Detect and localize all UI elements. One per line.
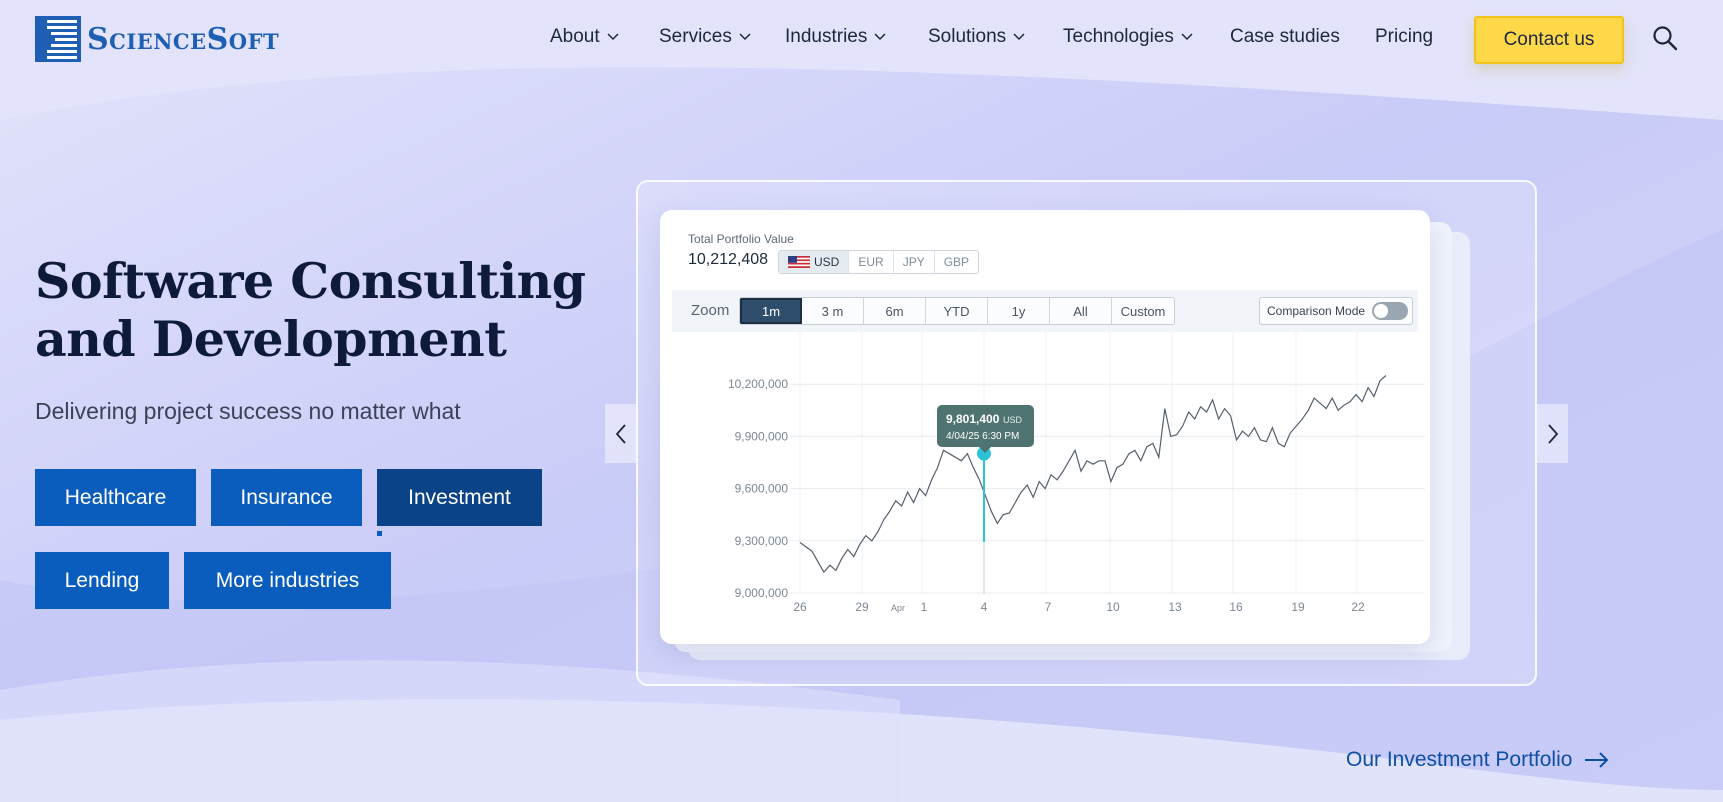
- chevron-down-icon: [1181, 33, 1193, 41]
- tooltip-date: 4/04/25 6:30 PM: [946, 431, 1019, 442]
- investment-portfolio-link[interactable]: Our Investment Portfolio: [1346, 748, 1610, 772]
- nav-industries[interactable]: Industries: [785, 22, 886, 52]
- arrow-right-icon: [1585, 752, 1609, 768]
- comparison-mode-toggle[interactable]: [1372, 302, 1408, 320]
- hero-title: Software Consulting and Development: [35, 252, 595, 368]
- chevron-down-icon: [607, 33, 619, 41]
- hero-title-line2: and Development: [35, 310, 507, 368]
- contact-us-button[interactable]: Contact us: [1474, 16, 1624, 64]
- currency-selector: USD EUR JPY GBP: [778, 250, 980, 274]
- nav-pricing-label: Pricing: [1375, 26, 1434, 47]
- series-line: [799, 375, 1387, 574]
- x-tick-label: 1: [921, 600, 928, 614]
- carousel-prev-button[interactable]: [605, 404, 636, 463]
- zoom-custom-button[interactable]: Custom: [1112, 298, 1174, 324]
- currency-usd-label: USD: [814, 255, 840, 269]
- carousel-next-button[interactable]: [1537, 404, 1568, 463]
- nav-industries-label: Industries: [785, 26, 868, 47]
- nav-case-studies[interactable]: Case studies: [1230, 22, 1340, 52]
- zoom-label: Zoom: [691, 302, 730, 319]
- zoom-1y-button[interactable]: 1y: [988, 298, 1050, 324]
- nav-solutions[interactable]: Solutions: [928, 22, 1025, 52]
- x-tick-label: 26: [793, 600, 807, 614]
- chevron-down-icon: [874, 33, 886, 41]
- site-header: ScienceSoft About Services Industries So…: [0, 0, 1723, 76]
- y-tick-label: 9,600,000: [735, 482, 789, 496]
- nav-solutions-label: Solutions: [928, 26, 1007, 47]
- tooltip-unit: USD: [1003, 415, 1023, 425]
- industry-button-more[interactable]: More industries: [184, 552, 391, 609]
- zoom-3m-button[interactable]: 3 m: [802, 298, 864, 324]
- x-tick-label: 29: [855, 600, 869, 614]
- hero-title-line1: Software Consulting: [35, 252, 586, 310]
- nav-technologies[interactable]: Technologies: [1063, 22, 1193, 52]
- nav-about[interactable]: About: [550, 22, 619, 52]
- nav-about-label: About: [550, 26, 600, 47]
- zoom-6m-button[interactable]: 6m: [864, 298, 926, 324]
- currency-gbp[interactable]: GBP: [935, 251, 978, 273]
- industry-button-healthcare[interactable]: Healthcare: [35, 469, 196, 526]
- nav-services-label: Services: [659, 26, 732, 47]
- zoom-range-selector: 1m 3 m 6m YTD 1y All Custom: [739, 297, 1175, 325]
- nav-services[interactable]: Services: [659, 22, 751, 52]
- zoom-ytd-button[interactable]: YTD: [926, 298, 988, 324]
- chart-tooltip: 9,801,400 USD 4/04/25 6:30 PM: [937, 405, 1034, 453]
- industry-button-lending[interactable]: Lending: [35, 552, 169, 609]
- zoom-toolbar: Zoom 1m 3 m 6m YTD 1y All Custom Compari…: [672, 290, 1418, 332]
- chevron-down-icon: [739, 33, 751, 41]
- nav-case-studies-label: Case studies: [1230, 26, 1340, 47]
- search-icon[interactable]: [1652, 25, 1678, 51]
- industry-button-insurance[interactable]: Insurance: [211, 469, 362, 526]
- zoom-1m-button[interactable]: 1m: [740, 298, 802, 324]
- chevron-left-icon: [615, 423, 626, 444]
- logo-icon: [35, 16, 81, 62]
- chevron-down-icon: [1013, 33, 1025, 41]
- currency-eur[interactable]: EUR: [849, 251, 894, 273]
- chevron-right-icon: [1547, 423, 1558, 444]
- y-tick-label: 9,000,000: [735, 586, 789, 600]
- portfolio-chart: 9,000,000 9,300,000 9,600,000 9,900,000 10,2…: [728, 328, 1425, 614]
- portfolio-widget: 9,000,000 9,300,000 9,600,000 9,900,000 10,2…: [660, 210, 1430, 644]
- y-tick-label: 9,300,000: [735, 534, 789, 548]
- x-tick-label: 16: [1229, 600, 1243, 614]
- currency-usd[interactable]: USD: [779, 251, 850, 273]
- comparison-mode-control[interactable]: Comparison Mode: [1259, 297, 1413, 325]
- y-tick-label: 10,200,000: [728, 377, 788, 391]
- nav-technologies-label: Technologies: [1063, 26, 1174, 47]
- us-flag-icon: [788, 256, 810, 268]
- x-tick-label: 4: [981, 600, 988, 614]
- currency-jpy[interactable]: JPY: [894, 251, 935, 273]
- logo[interactable]: ScienceSoft: [35, 16, 279, 62]
- industry-button-investment[interactable]: Investment: [377, 469, 542, 526]
- nav-pricing[interactable]: Pricing: [1375, 22, 1433, 52]
- active-indicator: [377, 531, 382, 536]
- x-tick-label: Apr: [891, 603, 905, 613]
- x-tick-label: 19: [1291, 600, 1305, 614]
- x-tick-label: 10: [1106, 600, 1120, 614]
- x-tick-label: 22: [1351, 600, 1365, 614]
- zoom-all-button[interactable]: All: [1050, 298, 1112, 324]
- y-tick-label: 9,900,000: [735, 429, 789, 443]
- portfolio-value: 10,212,408: [688, 251, 769, 268]
- investment-portfolio-label: Our Investment Portfolio: [1346, 748, 1573, 771]
- x-tick-label: 7: [1045, 600, 1052, 614]
- logo-text: ScienceSoft: [87, 21, 280, 57]
- portfolio-value-label: Total Portfolio Value: [688, 232, 794, 246]
- tooltip-value: 9,801,400: [946, 412, 1000, 426]
- x-tick-label: 13: [1168, 600, 1182, 614]
- comparison-mode-label: Comparison Mode: [1267, 304, 1366, 318]
- hero-subtitle: Delivering project success no matter wha…: [35, 398, 461, 424]
